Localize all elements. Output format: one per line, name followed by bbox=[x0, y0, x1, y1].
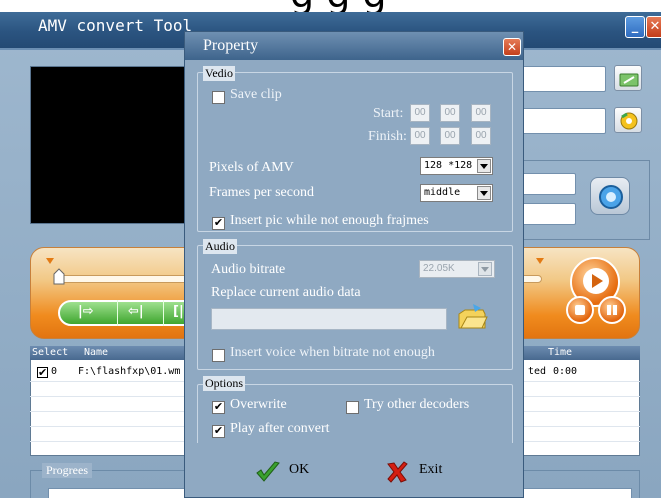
start-minute-field[interactable]: 00 bbox=[440, 104, 460, 122]
check-icon: ✔ bbox=[213, 400, 224, 413]
fps-select[interactable]: middle bbox=[420, 184, 493, 202]
position-slider-track[interactable] bbox=[55, 275, 190, 283]
exit-button[interactable]: Exit bbox=[385, 458, 455, 488]
browse-audio-button[interactable] bbox=[455, 302, 489, 332]
check-icon: ✔ bbox=[213, 424, 224, 437]
pixels-select[interactable]: 128 *128 bbox=[420, 157, 493, 175]
checkmark-icon bbox=[256, 461, 280, 482]
insert-pic-label: Insert pic while not enough frajmes bbox=[230, 213, 429, 228]
column-header-time[interactable]: Time bbox=[548, 347, 572, 358]
check-icon: ✔ bbox=[213, 216, 224, 229]
chevron-down-icon bbox=[481, 267, 489, 272]
start-label: Start: bbox=[373, 106, 404, 121]
segment-divider bbox=[117, 300, 118, 326]
check-icon: ✔ bbox=[38, 366, 48, 379]
audio-group-label: Audio bbox=[203, 239, 237, 254]
stop-icon bbox=[575, 305, 585, 315]
video-group-label: Vedio bbox=[203, 66, 235, 81]
save-clip-label: Save clip bbox=[230, 87, 282, 102]
try-other-decoders-checkbox[interactable] bbox=[346, 401, 359, 414]
output-path-input[interactable] bbox=[520, 108, 606, 134]
dialog-footer bbox=[185, 443, 523, 497]
open-source-button[interactable] bbox=[614, 65, 642, 91]
pixels-dropdown-button[interactable] bbox=[477, 159, 491, 173]
pause-button[interactable] bbox=[598, 296, 626, 324]
row-select-checkbox[interactable]: ✔ bbox=[37, 366, 48, 379]
setting-field-b[interactable] bbox=[520, 203, 576, 225]
start-hour-field[interactable]: 00 bbox=[410, 104, 430, 122]
insert-voice-label: Insert voice when bitrate not enough bbox=[230, 345, 435, 360]
bitrate-dropdown-button[interactable] bbox=[478, 262, 492, 276]
bitrate-select[interactable]: 22.05K bbox=[419, 260, 495, 278]
insert-voice-checkbox[interactable] bbox=[212, 349, 225, 362]
top-cropped-banner: g g g bbox=[0, 0, 661, 16]
setting-field-a[interactable] bbox=[520, 173, 576, 195]
fps-dropdown-button[interactable] bbox=[477, 186, 491, 200]
settings-button[interactable] bbox=[590, 177, 630, 215]
ok-button[interactable]: OK bbox=[255, 458, 325, 488]
finish-second-field[interactable]: 00 bbox=[471, 127, 491, 145]
x-mark-icon bbox=[387, 461, 408, 483]
dialog-close-button[interactable]: ✕ bbox=[503, 38, 521, 56]
finish-label: Finish: bbox=[368, 129, 407, 144]
row-index: 0 bbox=[51, 366, 58, 377]
open-folder-icon bbox=[458, 304, 488, 329]
slider-marker-icon bbox=[536, 258, 544, 264]
clip-button[interactable]: [| bbox=[173, 304, 184, 319]
finish-hour-field[interactable]: 00 bbox=[410, 127, 430, 145]
source-path-input[interactable] bbox=[520, 66, 606, 92]
replace-audio-label: Replace current audio data bbox=[211, 285, 361, 300]
slider-marker-icon bbox=[46, 258, 54, 264]
overwrite-checkbox[interactable]: ✔ bbox=[212, 400, 225, 414]
row-status: ted bbox=[528, 366, 547, 377]
pixels-select-value: 128 *128 bbox=[424, 160, 473, 171]
close-icon: ✕ bbox=[649, 19, 661, 34]
open-folder-icon bbox=[619, 73, 639, 87]
set-start-button[interactable]: |⇨ bbox=[78, 304, 94, 319]
main-window-title: AMV convert Tool bbox=[38, 16, 193, 35]
row-file-name: F:\flashfxp\01.wm bbox=[78, 366, 181, 377]
main-close-button[interactable]: ✕ bbox=[646, 16, 661, 38]
column-header-name[interactable]: Name bbox=[84, 347, 108, 358]
disc-icon bbox=[620, 112, 638, 130]
set-end-button[interactable]: ⇦| bbox=[128, 304, 144, 319]
bitrate-select-value: 22.05K bbox=[423, 263, 455, 274]
pause-icon bbox=[607, 305, 617, 315]
options-group-label: Options bbox=[203, 376, 246, 391]
fps-label: Frames per second bbox=[209, 185, 314, 200]
property-dialog: Property ✕ Vedio Save clip Start: 00 00 … bbox=[184, 31, 524, 498]
audio-path-input[interactable] bbox=[211, 308, 447, 330]
minimize-icon: _ bbox=[631, 19, 639, 34]
finish-minute-field[interactable]: 00 bbox=[440, 127, 460, 145]
ok-label: OK bbox=[289, 462, 310, 477]
dialog-title: Property bbox=[203, 37, 259, 54]
gear-icon bbox=[599, 185, 623, 209]
position-slider-thumb[interactable] bbox=[52, 268, 66, 286]
overwrite-label: Overwrite bbox=[230, 397, 287, 412]
play-after-label: Play after convert bbox=[230, 421, 330, 436]
try-other-decoders-label: Try other decoders bbox=[364, 397, 470, 412]
minimize-button[interactable]: _ bbox=[625, 16, 645, 38]
progress-label: Progrees bbox=[42, 463, 92, 478]
start-second-field[interactable]: 00 bbox=[471, 104, 491, 122]
video-preview bbox=[30, 66, 200, 224]
insert-pic-checkbox[interactable]: ✔ bbox=[212, 216, 225, 230]
column-header-select[interactable]: Select bbox=[32, 347, 68, 358]
pixels-label: Pixels of AMV bbox=[209, 160, 294, 175]
play-after-checkbox[interactable]: ✔ bbox=[212, 424, 225, 438]
open-output-button[interactable] bbox=[614, 107, 642, 133]
fps-select-value: middle bbox=[424, 187, 461, 198]
chevron-down-icon bbox=[480, 191, 488, 196]
slider-thumb-icon bbox=[53, 268, 65, 285]
exit-label: Exit bbox=[419, 462, 443, 477]
row-time: 0:00 bbox=[553, 366, 578, 377]
bitrate-label: Audio bitrate bbox=[211, 262, 286, 277]
close-icon: ✕ bbox=[506, 40, 518, 54]
stop-button[interactable] bbox=[566, 296, 594, 324]
save-clip-checkbox[interactable] bbox=[212, 91, 225, 104]
chevron-down-icon bbox=[480, 164, 488, 169]
segment-divider bbox=[163, 300, 164, 326]
play-icon bbox=[592, 274, 603, 288]
